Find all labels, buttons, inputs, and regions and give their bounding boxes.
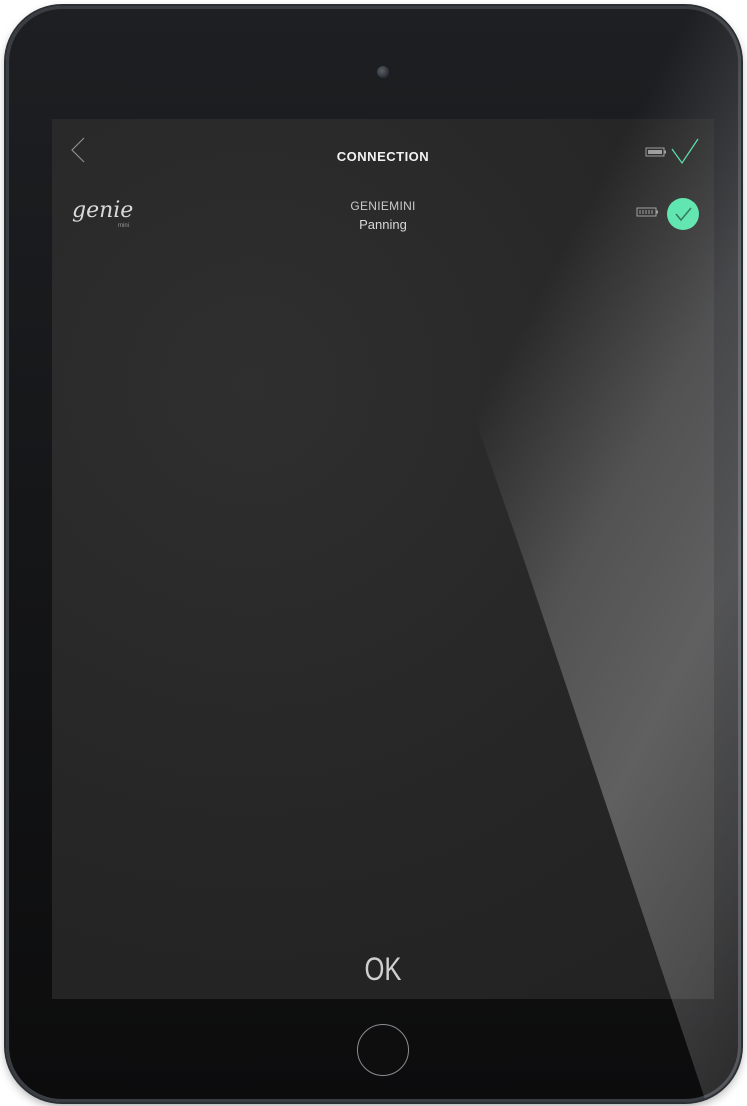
device-name: GENIEMINI [350, 199, 416, 213]
battery-icon [645, 147, 666, 157]
battery-icon [636, 207, 658, 217]
checkmark-icon [671, 138, 699, 165]
app-screen: CONNECTION genie mini GENIEMINI Panning [52, 119, 714, 999]
device-list-item[interactable]: genie mini GENIEMINI Panning [52, 189, 714, 249]
header-status-icons [645, 138, 699, 165]
ok-button[interactable]: OK [343, 947, 423, 991]
front-camera [377, 66, 389, 78]
device-mode: Panning [359, 217, 407, 232]
check-circle-icon[interactable] [667, 198, 699, 230]
home-button[interactable] [357, 1024, 409, 1076]
page-title: CONNECTION [336, 149, 430, 164]
tablet-device: CONNECTION genie mini GENIEMINI Panning [6, 6, 741, 1102]
